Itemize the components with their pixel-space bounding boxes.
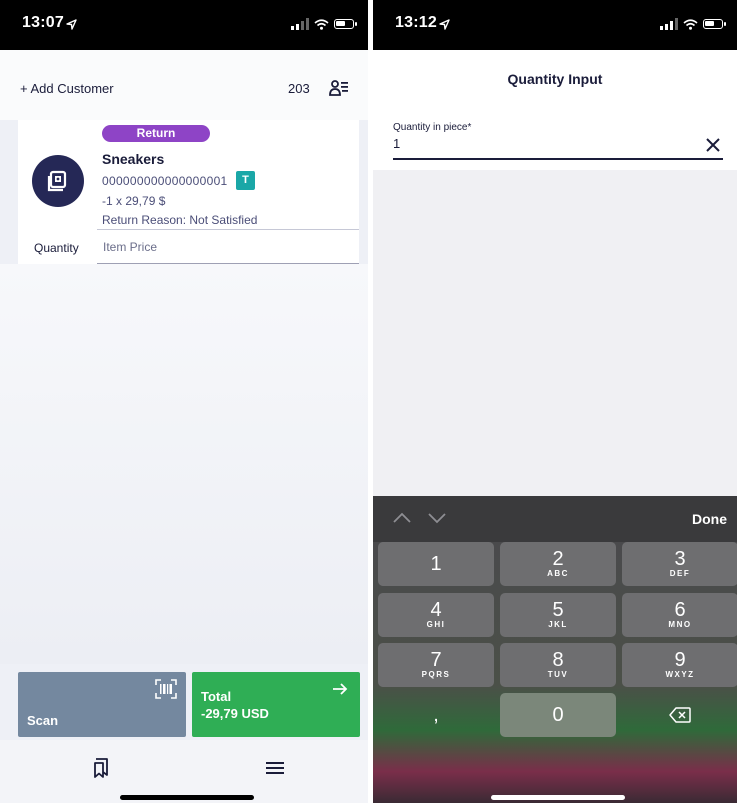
home-indicator: [120, 795, 254, 800]
status-icons: [291, 18, 357, 30]
content-area: [0, 264, 368, 664]
key-letters: JKL: [548, 620, 568, 629]
battery-icon: [703, 19, 726, 29]
tax-badge: T: [236, 171, 255, 190]
top-bar: + Add Customer 203: [0, 50, 368, 120]
scan-button[interactable]: Scan: [18, 672, 186, 737]
status-bar: 13:07: [0, 0, 368, 50]
input-underline: [393, 158, 723, 160]
key-9[interactable]: 9 WXYZ: [622, 643, 737, 687]
key-digit: 6: [674, 599, 686, 621]
key-digit: 5: [552, 599, 564, 621]
key-digit: 3: [674, 548, 686, 570]
location-arrow-icon: [439, 19, 450, 30]
location-arrow-icon: [66, 19, 77, 30]
key-6[interactable]: 6 MNO: [622, 593, 737, 637]
done-button[interactable]: Done: [692, 511, 727, 527]
key-digit: 9: [674, 649, 686, 671]
keyboard-toolbar: Done: [373, 496, 737, 542]
key-comma[interactable]: ,: [378, 693, 494, 737]
key-digit: 0: [552, 704, 564, 726]
total-button[interactable]: Total -29,79 USD: [192, 672, 360, 737]
add-customer-button[interactable]: + Add Customer: [20, 81, 114, 96]
backspace-key[interactable]: [622, 693, 737, 737]
right-screen: 13:12 Quantity Input Quantity in piece* …: [373, 0, 737, 803]
wifi-icon: [314, 18, 329, 30]
chevron-up-icon[interactable]: [393, 512, 411, 524]
item-price-field[interactable]: Item Price: [103, 240, 157, 254]
key-letters: DEF: [669, 569, 691, 578]
key-2[interactable]: 2 ABC: [500, 542, 616, 586]
key-letters: WXYZ: [665, 670, 695, 679]
quantity-field-label: Quantity in piece*: [393, 122, 472, 133]
item-avatar: [32, 155, 84, 207]
quantity-label[interactable]: Quantity: [34, 241, 79, 255]
return-reason: Return Reason: Not Satisfied: [102, 213, 258, 227]
item-name: Sneakers: [102, 151, 165, 167]
key-digit: 1: [430, 553, 442, 575]
signal-icon: [291, 18, 309, 30]
key-letters: TUV: [547, 670, 569, 679]
key-5[interactable]: 5 JKL: [500, 593, 616, 637]
return-badge: Return: [102, 125, 210, 142]
signal-icon: [660, 18, 678, 30]
key-8[interactable]: 8 TUV: [500, 643, 616, 687]
home-indicator: [491, 795, 625, 800]
key-digit: 7: [430, 649, 442, 671]
item-price-line: -1 x 29,79 $: [102, 194, 166, 208]
empty-area: [373, 170, 737, 496]
status-icons: [660, 18, 726, 30]
battery-icon: [334, 19, 357, 29]
status-time: 13:07: [22, 14, 64, 31]
key-digit: ,: [433, 704, 439, 726]
numeric-keypad: 1 2 ABC 3 DEF 4 GHI 5 JKL 6 MNO 7 PQRS 8 TUV 9W…: [373, 542, 737, 803]
quantity-input[interactable]: 1: [393, 136, 400, 151]
divider: [97, 229, 359, 230]
total-amount: -29,79 USD: [201, 706, 269, 721]
total-label: Total: [201, 689, 232, 704]
bottom-nav: [0, 740, 368, 803]
key-digit: 4: [430, 599, 442, 621]
key-digit: 8: [552, 649, 564, 671]
quantity-field[interactable]: Quantity in piece* 1: [373, 110, 737, 170]
key-1[interactable]: 1: [378, 542, 494, 586]
backspace-icon: [669, 707, 691, 723]
item-barcode: 000000000000000001: [102, 174, 228, 188]
status-bar: 13:12: [373, 0, 737, 50]
menu-icon[interactable]: [266, 761, 284, 775]
wifi-icon: [683, 18, 698, 30]
arrow-right-icon: [333, 683, 348, 695]
left-screen: 13:07 + Add Customer 203 Return Sneakers…: [0, 0, 368, 803]
key-digit: 2: [552, 548, 564, 570]
customer-list-icon[interactable]: [329, 79, 349, 97]
key-7[interactable]: 7 PQRS: [378, 643, 494, 687]
status-time: 13:12: [395, 14, 437, 31]
customer-count: 203: [288, 81, 310, 96]
receipts-icon[interactable]: [92, 758, 110, 778]
scan-label: Scan: [27, 713, 59, 728]
clear-icon[interactable]: [706, 138, 720, 152]
key-0[interactable]: 0: [500, 693, 616, 737]
return-item-card[interactable]: Return Sneakers 000000000000000001 T -1 …: [18, 120, 359, 264]
barcode-scan-icon: [155, 679, 177, 699]
key-letters: MNO: [668, 620, 692, 629]
key-letters: PQRS: [421, 670, 451, 679]
key-3[interactable]: 3 DEF: [622, 542, 737, 586]
product-icon: [47, 170, 67, 192]
key-letters: GHI: [426, 620, 446, 629]
page-title: Quantity Input: [507, 71, 603, 87]
key-letters: ABC: [547, 569, 569, 578]
key-4[interactable]: 4 GHI: [378, 593, 494, 637]
chevron-down-icon[interactable]: [428, 512, 446, 524]
quantity-input-header: Quantity Input: [373, 50, 737, 110]
